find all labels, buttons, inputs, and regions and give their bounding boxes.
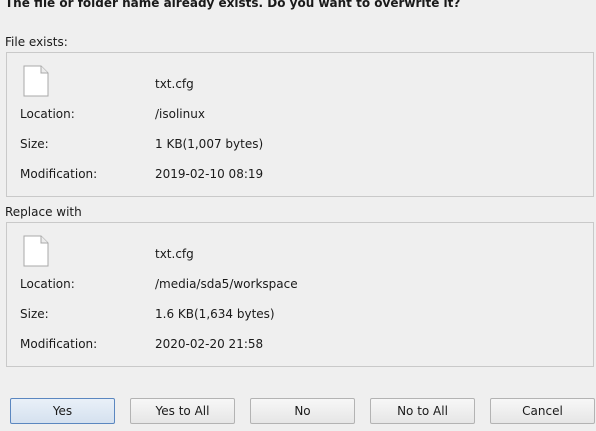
existing-location-value: /isolinux — [155, 107, 205, 121]
no-to-all-button[interactable]: No to All — [370, 398, 475, 424]
existing-modification-value: 2019-02-10 08:19 — [155, 167, 264, 181]
file-icon — [23, 65, 49, 97]
replacement-location-label: Location: — [20, 277, 75, 291]
existing-size-value: 1 KB(1,007 bytes) — [155, 137, 264, 151]
file-exists-heading: File exists: — [5, 35, 68, 49]
yes-to-all-button[interactable]: Yes to All — [130, 398, 235, 424]
replacement-location-value: /media/sda5/workspace — [155, 277, 298, 291]
existing-location-label: Location: — [20, 107, 75, 121]
replace-with-heading: Replace with — [5, 205, 82, 219]
replacement-modification-label: Modification: — [20, 337, 98, 351]
replacement-file-name: txt.cfg — [155, 247, 194, 261]
no-button[interactable]: No — [250, 398, 355, 424]
existing-modification-label: Modification: — [20, 167, 98, 181]
cancel-button[interactable]: Cancel — [490, 398, 595, 424]
replacement-modification-value: 2020-02-20 21:58 — [155, 337, 264, 351]
file-icon — [23, 235, 49, 267]
existing-file-group: txt.cfg Location: /isolinux Size: 1 KB(1… — [6, 52, 594, 197]
overwrite-dialog: The file or folder name already exists. … — [0, 0, 596, 431]
existing-size-label: Size: — [20, 137, 49, 151]
replacement-size-label: Size: — [20, 307, 49, 321]
existing-file-name: txt.cfg — [155, 77, 194, 91]
replacement-size-value: 1.6 KB(1,634 bytes) — [155, 307, 275, 321]
yes-button[interactable]: Yes — [10, 398, 115, 424]
overwrite-question: The file or folder name already exists. … — [5, 0, 461, 10]
replacement-file-group: txt.cfg Location: /media/sda5/workspace … — [6, 222, 594, 367]
